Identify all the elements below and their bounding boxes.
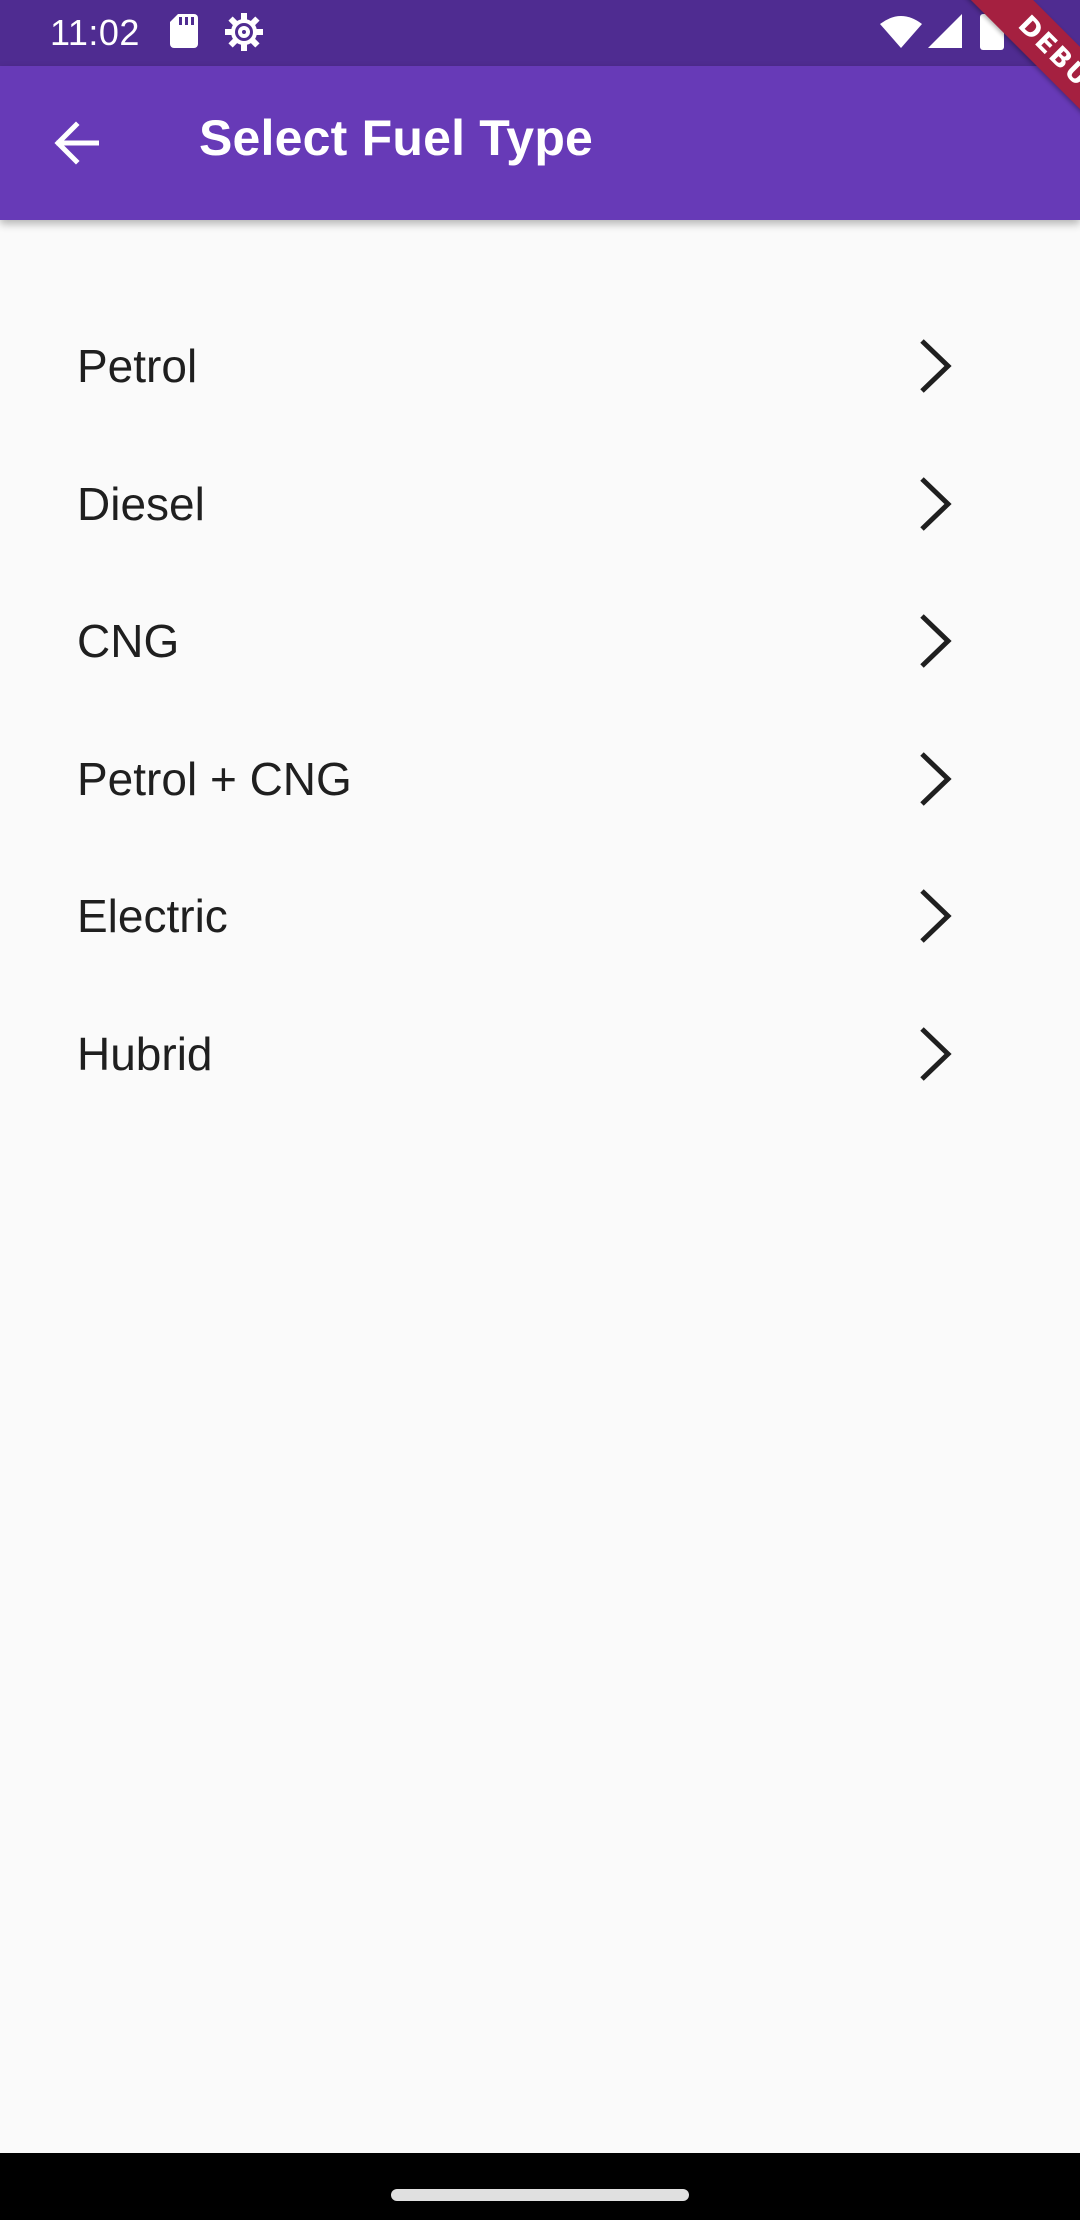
list-item-electric[interactable]: Electric: [0, 847, 1080, 985]
settings-gear-icon: [225, 13, 263, 51]
list-item-label: Petrol: [77, 340, 198, 392]
chevron-right-icon: [920, 614, 952, 668]
arrow-back-icon: [54, 121, 99, 165]
list-item-petrol[interactable]: Petrol: [0, 297, 1080, 435]
list-item-hubrid[interactable]: Hubrid: [0, 985, 1080, 1123]
chevron-right-icon: [920, 889, 952, 943]
list-item-label: Diesel: [77, 477, 205, 530]
list-item-cng[interactable]: CNG: [0, 572, 1080, 710]
chevron-right-icon: [920, 751, 952, 806]
wifi-icon: [880, 16, 922, 48]
page-title: Select Fuel Type: [199, 110, 594, 166]
home-gesture-handle[interactable]: [391, 2189, 689, 2201]
chevron-right-icon: [920, 339, 952, 393]
list-item-label: Petrol + CNG: [77, 752, 352, 805]
status-bar: 11:02: [0, 0, 1080, 66]
chevron-right-icon: [920, 1026, 952, 1081]
chevron-right-icon: [920, 476, 952, 531]
app-bar: Select Fuel Type: [0, 66, 1080, 220]
system-nav-bar: [0, 2153, 1080, 2220]
signal-icon: [928, 14, 962, 48]
list-item-label: Hubrid: [77, 1027, 213, 1080]
fuel-type-list: Petrol Diesel CNG Petrol + CNG Electric …: [0, 297, 1080, 1122]
sd-card-icon: [170, 14, 198, 48]
status-time: 11:02: [50, 12, 140, 53]
list-item-label: CNG: [77, 615, 180, 667]
back-button[interactable]: [26, 100, 126, 186]
list-item-diesel[interactable]: Diesel: [0, 435, 1080, 573]
list-item-label: Electric: [77, 890, 228, 942]
battery-icon: [980, 10, 1004, 50]
list-item-petrol-cng[interactable]: Petrol + CNG: [0, 710, 1080, 848]
